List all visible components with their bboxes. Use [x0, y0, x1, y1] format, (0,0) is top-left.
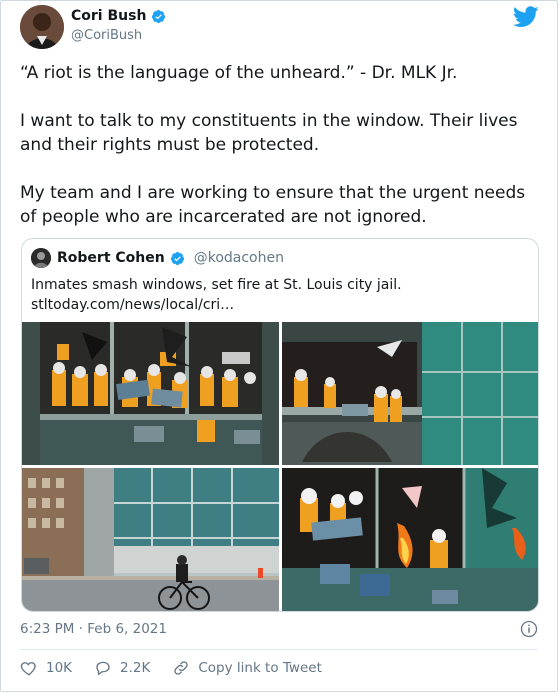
quoted-author-name[interactable]: Robert Cohen: [57, 250, 165, 266]
tweet-timestamp[interactable]: 6:23 PM · Feb 6, 2021: [20, 621, 167, 637]
reply-icon: [96, 661, 110, 676]
quoted-text: Inmates smash windows, set fire at St. L…: [31, 275, 402, 315]
copy-link-label: Copy link to Tweet: [198, 660, 322, 676]
jail-building-corner-photo[interactable]: [282, 322, 538, 465]
divider: [20, 649, 538, 650]
reply-button[interactable]: 2.2K: [94, 659, 150, 677]
inmates-window-photo[interactable]: [22, 322, 279, 465]
window-fire-photo[interactable]: [282, 468, 538, 611]
tweet-card: Cori Bush @CoriBush “A riot is the langu…: [0, 0, 558, 692]
verified-badge-icon: [152, 9, 166, 23]
like-count: 10K: [46, 660, 73, 676]
heart-icon: [20, 662, 36, 676]
like-button[interactable]: 10K: [20, 659, 72, 677]
quoted-author-handle[interactable]: @kodacohen: [194, 250, 284, 266]
quoted-text-line1: Inmates smash windows, set fire at St. L…: [31, 277, 402, 293]
author-handle[interactable]: @CoriBush: [71, 28, 142, 43]
quoted-header: Robert Cohen @kodacohen: [57, 250, 284, 266]
copy-link-button[interactable]: Copy link to Tweet: [172, 659, 322, 677]
photo-grid: [22, 322, 538, 611]
author-name-row[interactable]: Cori Bush: [71, 8, 166, 24]
quoted-avatar[interactable]: [31, 248, 51, 268]
twitter-bird-icon[interactable]: [513, 6, 539, 28]
link-icon: [174, 661, 189, 675]
tweet-text: “A riot is the language of the unheard.”…: [20, 63, 526, 227]
cyclist-street-photo[interactable]: [22, 468, 279, 611]
quoted-link[interactable]: stltoday.com/news/local/cri…: [31, 295, 402, 315]
author-name[interactable]: Cori Bush: [71, 8, 146, 24]
info-icon[interactable]: [520, 620, 538, 638]
reply-count: 2.2K: [120, 660, 151, 676]
verified-badge-icon: [170, 251, 184, 265]
action-bar: 10K 2.2K Copy link to Tweet: [20, 659, 344, 677]
avatar[interactable]: [20, 5, 64, 49]
quoted-tweet[interactable]: Robert Cohen @kodacohen Inmates smash wi…: [21, 238, 539, 612]
